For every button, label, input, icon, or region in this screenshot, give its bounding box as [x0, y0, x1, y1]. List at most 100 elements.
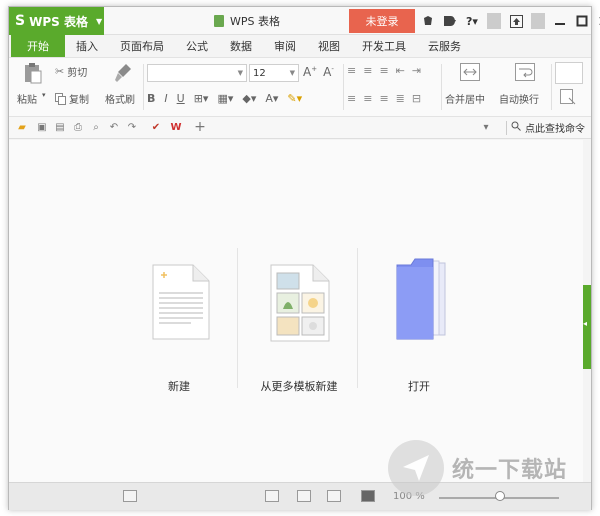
shrink-font-icon[interactable]: A-	[323, 65, 334, 79]
new-document-icon	[152, 264, 210, 340]
align-middle-icon[interactable]: ≡	[363, 64, 372, 77]
app-name: WPS 表格	[29, 14, 88, 29]
open-folder-icon[interactable]: ▰	[15, 120, 29, 134]
align-bottom-icon[interactable]: ≡	[379, 64, 388, 77]
chevron-down-icon: ▾	[42, 91, 46, 99]
border-icon[interactable]: ⊞▾	[194, 92, 209, 105]
font-size-select[interactable]: 12 ▼	[249, 64, 299, 82]
chevron-down-icon: ▼	[95, 16, 103, 26]
wps-window: S WPS 表格 ▼ WPS 表格 未登录 ?▾ 开始 插入 页面布局 公式 数…	[8, 6, 600, 510]
tab-insert[interactable]: 插入	[65, 35, 109, 57]
find-command-button[interactable]: 点此查找命令	[506, 120, 585, 135]
align-center-icon[interactable]: ≡	[363, 92, 372, 105]
print-icon[interactable]: ⎙	[71, 120, 85, 134]
start-page: 新建 从更多模板新建 打开	[9, 140, 583, 482]
minimize-icon[interactable]	[553, 13, 567, 29]
feedback-icon[interactable]	[443, 13, 457, 29]
template-new-button[interactable]: 从更多模板新建	[239, 245, 359, 395]
separator	[441, 64, 442, 110]
wrap-text-icon	[514, 62, 536, 82]
side-panel-toggle[interactable]	[583, 285, 591, 369]
paste-label: 粘贴	[17, 95, 37, 106]
paste-group[interactable]: 粘贴 ▾	[15, 58, 51, 116]
align-right-icon[interactable]: ≡	[379, 92, 388, 105]
find-command-label: 点此查找命令	[525, 124, 585, 135]
format-painter-button[interactable]: 格式刷	[105, 58, 141, 116]
maximize-icon[interactable]	[575, 13, 589, 29]
align-left-icon[interactable]: ≡	[347, 92, 356, 105]
copy-label: 复制	[69, 95, 89, 106]
merge-center-label: 合并居中	[445, 95, 485, 106]
save-as-icon[interactable]: ▤	[53, 120, 67, 134]
copy-button[interactable]: 复制	[55, 91, 89, 106]
undo-icon[interactable]: ↶	[107, 120, 121, 134]
separator	[487, 13, 501, 29]
app-menu-button[interactable]: S WPS 表格 ▼	[9, 7, 104, 35]
tab-home[interactable]: 开始	[11, 35, 65, 57]
open-button[interactable]: 打开	[359, 245, 479, 395]
skin-icon[interactable]	[421, 13, 435, 29]
tab-view[interactable]: 视图	[307, 35, 351, 57]
cut-label: 剪切	[67, 68, 88, 79]
font-color-icon[interactable]: A▾	[265, 92, 278, 105]
font-name-select[interactable]: ▼	[147, 64, 247, 82]
align-top-icon[interactable]: ≡	[347, 64, 356, 77]
tab-page-layout[interactable]: 页面布局	[109, 35, 175, 57]
quick-access-toolbar: ▰ ▣ ▤ ⎙ ⌕ ↶ ↷ ✔ W + ▾ 点此查找命令	[9, 117, 591, 139]
wps-w-icon[interactable]: W	[169, 120, 183, 134]
print-preview-icon[interactable]: ⌕	[89, 120, 103, 134]
auto-wrap-button[interactable]: 自动换行	[499, 58, 549, 116]
tab-cloud[interactable]: 云服务	[417, 35, 472, 57]
page-layout-view-icon[interactable]	[327, 490, 341, 502]
underline-icon[interactable]: U	[177, 92, 185, 105]
copy-icon	[55, 92, 66, 105]
redo-icon[interactable]: ↷	[125, 120, 139, 134]
justify-icon[interactable]: ≣	[396, 92, 405, 105]
merge-center-button[interactable]: 合并居中	[443, 58, 497, 116]
tab-review[interactable]: 审阅	[263, 35, 307, 57]
save-icon[interactable]: ▣	[35, 120, 49, 134]
increase-indent-icon[interactable]: ⇥	[412, 64, 421, 77]
separator	[143, 64, 144, 110]
tab-data[interactable]: 数据	[219, 35, 263, 57]
fill-color-icon[interactable]: ◆▾	[242, 92, 256, 105]
normal-view-icon[interactable]	[265, 490, 279, 502]
alignment-bottom-row: ≡ ≡ ≡ ≣ ⊟	[347, 92, 421, 105]
customize-toolbar-icon[interactable]: ▾	[479, 120, 493, 134]
ribbon-home: 粘贴 ▾ ✂ 剪切 复制 格式刷 ▼ 12 ▼ A+ A- B I U ⊞▾ ▦…	[9, 57, 591, 117]
upload-icon[interactable]	[509, 13, 523, 29]
document-title: WPS 表格	[230, 15, 280, 28]
window-title: WPS 表格	[214, 7, 280, 35]
reading-mode-icon[interactable]	[361, 490, 375, 502]
italic-icon[interactable]: I	[164, 92, 167, 105]
font-style-row: B I U ⊞▾ ▦▾ ◆▾ A▾ ✎▾	[147, 92, 302, 105]
title-bar-icons: ?▾	[421, 7, 600, 35]
login-button[interactable]: 未登录	[349, 9, 415, 33]
sheet-icon[interactable]	[123, 490, 137, 502]
open-folder-icon	[396, 258, 446, 340]
page-break-view-icon[interactable]	[297, 490, 311, 502]
number-format-select[interactable]	[555, 62, 583, 84]
help-icon[interactable]: ?▾	[465, 13, 479, 29]
cut-button[interactable]: ✂ 剪切	[55, 64, 87, 79]
format-icon[interactable]	[559, 88, 577, 106]
alignment-top-row: ≡ ≡ ≡ ⇤ ⇥	[347, 64, 421, 77]
bold-icon[interactable]: B	[147, 92, 155, 105]
distributed-icon[interactable]: ⊟	[412, 92, 421, 105]
open-label: 打开	[408, 380, 430, 393]
template-document-icon	[270, 264, 330, 342]
tab-formula[interactable]: 公式	[175, 35, 219, 57]
separator	[531, 13, 545, 29]
grow-font-icon[interactable]: A+	[303, 65, 317, 79]
new-document-button[interactable]: 新建	[119, 245, 239, 395]
separator	[343, 64, 344, 110]
new-label: 新建	[168, 380, 190, 393]
tab-developer[interactable]: 开发工具	[351, 35, 417, 57]
decrease-indent-icon[interactable]: ⇤	[396, 64, 405, 77]
clear-format-icon[interactable]: ✎▾	[287, 92, 302, 105]
add-icon[interactable]: +	[193, 119, 207, 135]
chevron-down-icon: ▼	[237, 69, 243, 77]
fill-pattern-icon[interactable]: ▦▾	[217, 92, 233, 105]
feature-icon[interactable]: ✔	[149, 120, 163, 134]
spreadsheet-icon	[214, 15, 224, 27]
